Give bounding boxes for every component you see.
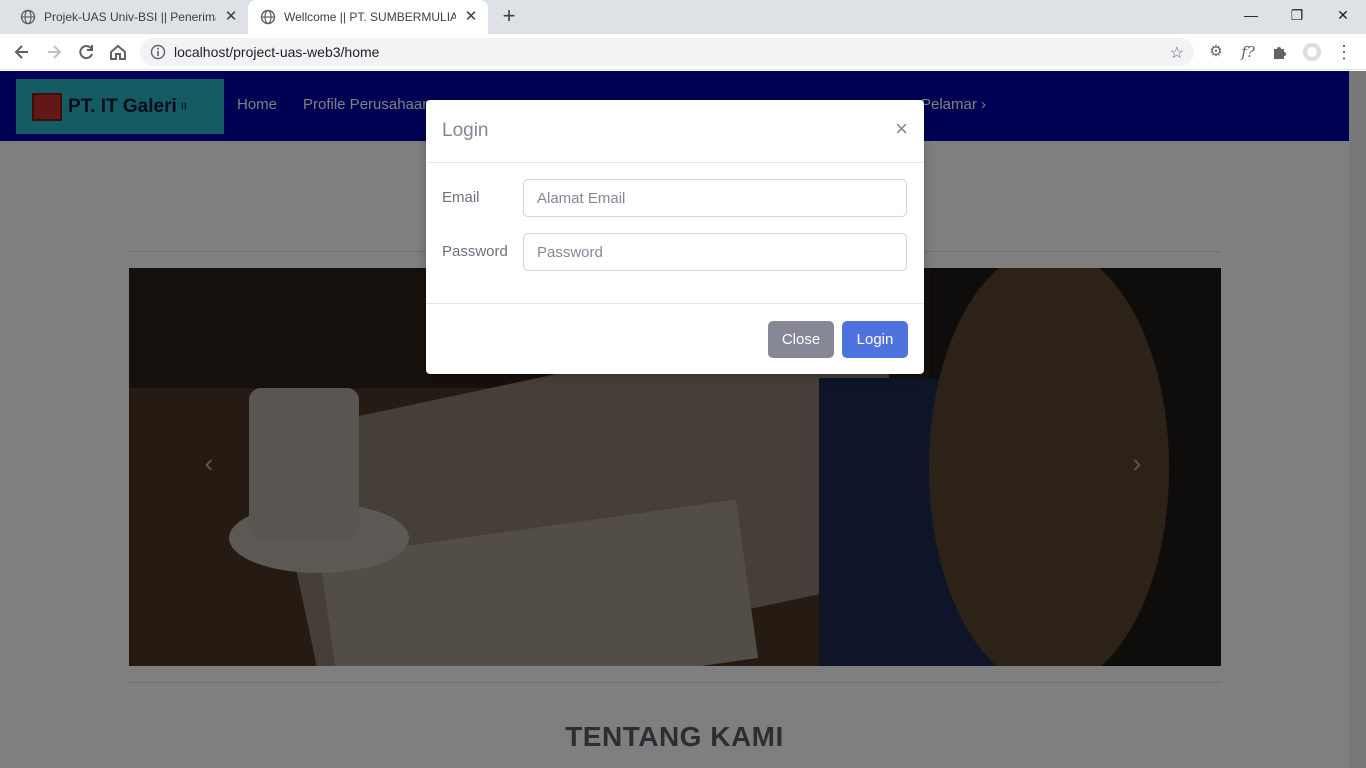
password-field[interactable] [523,233,907,271]
home-icon[interactable] [107,41,129,63]
profile-avatar-icon[interactable] [1302,42,1322,62]
new-tab-button[interactable]: + [498,5,520,28]
globe-icon [260,9,276,25]
kebab-menu-icon[interactable]: ⋮ [1334,42,1354,62]
tab-close-icon[interactable]: ✕ [464,9,478,24]
login-button[interactable]: Login [842,321,908,358]
email-field[interactable] [523,179,907,217]
puzzle-icon[interactable] [1270,42,1290,62]
extension-gear-icon[interactable]: ⚙ [1206,42,1226,62]
address-bar[interactable]: localhost/project-uas-web3/home ☆ [140,38,1194,66]
modal-title: Login [442,120,489,141]
reload-icon[interactable] [75,41,97,63]
forward-arrow-icon[interactable] [43,41,65,63]
maximize-button[interactable]: ❐ [1285,4,1309,26]
tab-title: Projek-UAS Univ-BSI || Penerimaan [44,10,216,24]
globe-icon [20,9,36,25]
star-icon[interactable]: ☆ [1170,43,1184,63]
email-row: Email [442,179,908,217]
modal-footer: Close Login [426,303,924,374]
close-window-button[interactable]: ✕ [1331,4,1355,26]
tab-close-icon[interactable]: ✕ [224,9,238,24]
browser-tab-bar: Projek-UAS Univ-BSI || Penerimaan ✕ Well… [0,0,1366,34]
close-icon[interactable]: × [895,118,908,140]
extension-formula-icon[interactable]: f? [1238,42,1258,62]
email-label: Email [442,189,480,206]
url-text: localhost/project-uas-web3/home [174,44,380,60]
browser-tab[interactable]: Projek-UAS Univ-BSI || Penerimaan ✕ [8,0,248,34]
minimize-button[interactable]: — [1239,4,1263,26]
back-arrow-icon[interactable] [11,41,33,63]
password-label: Password [442,243,508,260]
login-modal: Login × Email Password Close Login [426,100,924,374]
tab-title: Wellcome || PT. SUMBERMULIA H [284,10,456,24]
info-icon[interactable] [150,44,166,60]
password-row: Password [442,233,908,271]
browser-tab-active[interactable]: Wellcome || PT. SUMBERMULIA H ✕ [248,0,488,34]
modal-header: Login × [426,100,924,163]
browser-toolbar: localhost/project-uas-web3/home ☆ ⚙ f? ⋮ [0,34,1366,70]
close-button[interactable]: Close [768,321,834,358]
